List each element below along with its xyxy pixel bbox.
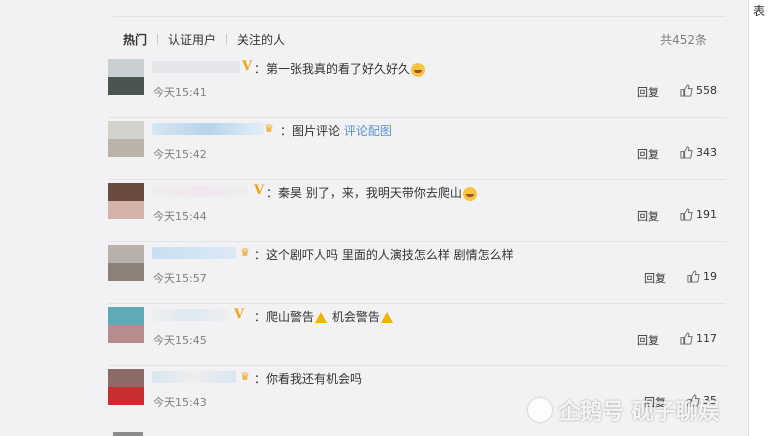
- comment-item: ♛ ：这个剧吓人吗 里面的人演技怎么样 剧情怎么样 今天15:57 回复 19: [108, 241, 726, 304]
- username-blurred[interactable]: [152, 123, 264, 135]
- comment-item: V ：爬山警告 机会警告 今天15:45 回复 117: [108, 303, 726, 366]
- crown-icon: ♛: [264, 122, 274, 135]
- reply-button[interactable]: 回复: [637, 208, 659, 224]
- comment-time: 今天15:41: [153, 86, 207, 99]
- avatar[interactable]: [108, 59, 144, 95]
- like-count: 343: [696, 146, 717, 159]
- watermark-text: 企鹅号 砚子聊娱: [558, 400, 720, 425]
- verified-v-icon: V: [242, 59, 253, 74]
- avatar[interactable]: [108, 121, 144, 157]
- reply-button[interactable]: 回复: [637, 84, 659, 100]
- verified-v-icon: V: [234, 307, 245, 322]
- username-blurred[interactable]: [152, 247, 236, 259]
- comment-item: ♛ ：图片评论 评论配图 今天15:42 回复 343: [108, 117, 726, 180]
- comment-time: 今天15:57: [153, 272, 207, 285]
- comment-text: ：秦昊 别了，来，我明天带你去爬山: [266, 184, 477, 201]
- avatar[interactable]: [108, 245, 144, 281]
- comment-text: ：爬山警告 机会警告: [254, 308, 394, 325]
- tab-following[interactable]: 关注的人: [237, 31, 285, 48]
- reply-button[interactable]: 回复: [637, 332, 659, 348]
- crown-icon: ♛: [240, 246, 250, 259]
- emoji-icon: [411, 62, 426, 77]
- thumb-up-icon: [687, 270, 700, 283]
- like-button[interactable]: 19: [687, 270, 717, 283]
- comment-total-count: 共452条: [660, 33, 707, 47]
- comment-item: V ：秦昊 别了，来，我明天带你去爬山 今天15:44 回复 191: [108, 179, 726, 242]
- comment-time: 今天15:43: [153, 396, 207, 409]
- reply-button[interactable]: 回复: [637, 146, 659, 162]
- warning-icon: [380, 312, 393, 323]
- thumb-up-icon: [680, 84, 693, 97]
- comment-text: ：你看我还有机会吗: [254, 372, 363, 386]
- thumb-up-icon: [680, 332, 693, 345]
- avatar[interactable]: [108, 183, 144, 219]
- comment-panel: 热门 认证用户 关注的人 共452条 V ：第一张我真的看了好久好久 今天15:…: [0, 0, 748, 436]
- comment-time: 今天15:45: [153, 334, 207, 347]
- comment-tabs: 热门 认证用户 关注的人: [123, 31, 285, 48]
- thumb-up-icon: [680, 146, 693, 159]
- sidebar-edge-char: 表: [753, 4, 766, 18]
- comment-item: V ：第一张我真的看了好久好久 今天15:41 回复 558: [108, 55, 726, 118]
- username-blurred[interactable]: [152, 61, 240, 73]
- comment-image-link[interactable]: 评论配图: [344, 124, 392, 138]
- tab-hot[interactable]: 热门: [123, 31, 147, 48]
- watermark: 企鹅号 砚子聊娱: [528, 394, 720, 426]
- penguin-icon: [528, 398, 552, 422]
- tab-separator: [226, 34, 228, 45]
- thumb-up-icon: [680, 208, 693, 221]
- like-button[interactable]: 558: [680, 84, 717, 97]
- comment-text: ：这个剧吓人吗 里面的人演技怎么样 剧情怎么样: [254, 248, 514, 262]
- tab-separator: [157, 34, 159, 45]
- avatar[interactable]: [108, 307, 144, 343]
- right-sidebar-edge: 表: [748, 0, 768, 436]
- like-count: 191: [696, 208, 717, 221]
- next-avatar-stub: [113, 432, 143, 436]
- username-blurred[interactable]: [152, 185, 248, 197]
- avatar[interactable]: [108, 369, 144, 405]
- warning-icon: [315, 312, 328, 323]
- comment-text: ：图片评论 评论配图: [280, 124, 392, 138]
- username-blurred[interactable]: [152, 371, 236, 383]
- like-button[interactable]: 343: [680, 146, 717, 159]
- comment-text: ：第一张我真的看了好久好久: [254, 60, 426, 77]
- verified-v-icon: V: [254, 183, 265, 198]
- like-count: 117: [696, 332, 717, 345]
- username-blurred[interactable]: [152, 309, 228, 321]
- like-count: 19: [703, 270, 717, 283]
- like-button[interactable]: 191: [680, 208, 717, 221]
- comment-time: 今天15:44: [153, 210, 207, 223]
- divider: [113, 16, 726, 17]
- crown-icon: ♛: [240, 370, 250, 383]
- emoji-icon: [462, 186, 477, 201]
- reply-button[interactable]: 回复: [644, 270, 666, 286]
- comment-time: 今天15:42: [153, 148, 207, 161]
- like-count: 558: [696, 84, 717, 97]
- tab-verified-users[interactable]: 认证用户: [168, 31, 216, 48]
- like-button[interactable]: 117: [680, 332, 717, 345]
